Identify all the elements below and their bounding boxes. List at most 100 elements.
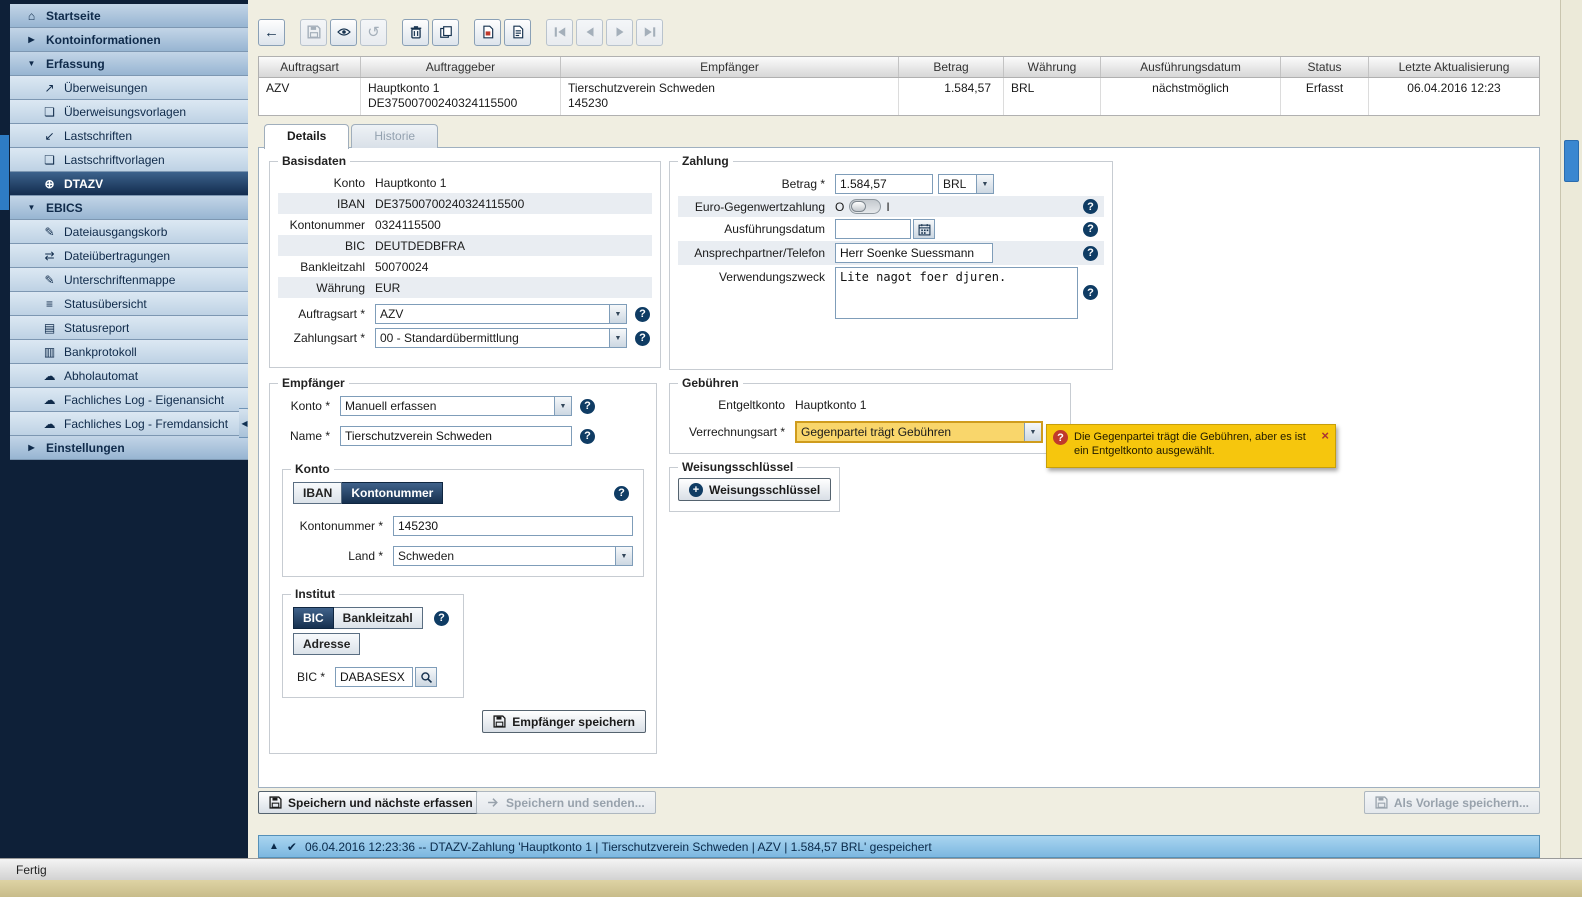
last-icon (644, 27, 655, 37)
sidebar-item-kontoinformationen[interactable]: ▶ Kontoinformationen (10, 28, 248, 52)
sidebar-item-ueberweisungen[interactable]: ↗ Überweisungen (10, 76, 248, 100)
empfaenger-legend: Empfänger (282, 376, 345, 390)
report-icon: ▤ (43, 320, 56, 335)
close-icon[interactable]: × (1321, 429, 1329, 462)
sidebar-item-statusreport[interactable]: ▤ Statusreport (10, 316, 248, 340)
column-header-auftraggeber[interactable]: Auftraggeber (361, 57, 561, 77)
chevron-down-icon: ▼ (27, 203, 36, 212)
speichern-und-naechste-erfassen-button[interactable]: Speichern und nächste erfassen (258, 791, 484, 814)
print-document-button[interactable] (504, 18, 531, 46)
back-button[interactable]: ← (258, 18, 285, 46)
sidebar-item-ueberweisungsvorlagen[interactable]: ❏ Überweisungsvorlagen (10, 100, 248, 124)
toggle-adresse[interactable]: Adresse (293, 633, 361, 655)
tab-details[interactable]: Details (264, 124, 350, 149)
currency-selected-value: BRL (943, 177, 967, 191)
sidebar-item-dateiausgangskorb[interactable]: ✎ Dateiausgangskorb (10, 220, 248, 244)
vertical-scrollbar[interactable] (1560, 0, 1582, 858)
betrag-input[interactable] (835, 174, 933, 194)
warning-icon: ? (1053, 430, 1068, 445)
weisungsschluessel-button[interactable]: + Weisungsschlüssel (678, 478, 832, 501)
main-content: ← ↺ Auftragsart Auftraggeber Empfänger B… (248, 0, 1560, 858)
euro-gegenwertzahlung-toggle[interactable] (849, 199, 882, 214)
help-icon[interactable]: ? (1083, 221, 1098, 237)
column-header-waehrung[interactable]: Währung (1004, 57, 1101, 77)
row-verwendungszweck: Verwendungszweck Lite nagot foer djuren.… (678, 265, 1104, 321)
empfaenger-name-input[interactable] (340, 426, 572, 446)
first-icon (554, 27, 565, 37)
empfaenger-konto-select[interactable]: Manuell erfassen ▼ (340, 396, 572, 416)
collapse-up-icon[interactable]: ▲ (269, 841, 279, 852)
copy-button[interactable] (432, 18, 459, 46)
sidebar-item-abholautomat[interactable]: ☁ Abholautomat (10, 364, 248, 388)
chevron-down-icon: ▼ (609, 305, 626, 323)
row-auftragsart: Auftragsart * AZV ▼ ? (278, 302, 652, 326)
toggle-kontonummer[interactable]: Kontonummer (342, 482, 444, 504)
zahlungsart-select[interactable]: 00 - Standardübermittlung ▼ (375, 328, 627, 348)
sidebar-item-fachliches-log-fremdansicht[interactable]: ☁ Fachliches Log - Fremdansicht (10, 412, 248, 436)
verwendungszweck-textarea[interactable]: Lite nagot foer djuren. (835, 267, 1078, 319)
sidebar-item-einstellungen[interactable]: ▶ Einstellungen (10, 436, 248, 460)
help-icon[interactable]: ? (635, 330, 650, 346)
cell-auftragsart: AZV (259, 78, 361, 115)
sidebar-item-lastschriftvorlagen[interactable]: ❏ Lastschriftvorlagen (10, 148, 248, 172)
help-icon[interactable]: ? (434, 610, 449, 626)
help-icon[interactable]: ? (580, 428, 595, 444)
sidebar-item-dateiuebertragungen[interactable]: ⇄ Dateiübertragungen (10, 244, 248, 268)
view-button[interactable] (330, 18, 357, 46)
institut-bic-input[interactable] (335, 667, 413, 687)
toggle-bankleitzahl[interactable]: Bankleitzahl (333, 607, 423, 629)
auftragsart-select[interactable]: AZV ▼ (375, 304, 627, 324)
delete-button[interactable] (402, 18, 429, 46)
column-header-empfaenger[interactable]: Empfänger (561, 57, 899, 77)
copy-icon (439, 26, 452, 38)
sidebar-item-dtazv[interactable]: ⊕ DTAZV (10, 172, 248, 196)
scrollbar-thumb[interactable] (1564, 140, 1579, 182)
currency-select[interactable]: BRL ▼ (938, 174, 994, 194)
chevron-down-icon: ▼ (615, 547, 632, 565)
column-header-status[interactable]: Status (1281, 57, 1369, 77)
help-icon[interactable]: ? (1083, 285, 1098, 300)
verrechnungsart-select[interactable]: Gegenpartei trägt Gebühren ▼ (795, 421, 1043, 443)
sidebar-item-bankprotokoll[interactable]: ▥ Bankprotokoll (10, 340, 248, 364)
empfaenger-kontonummer-input[interactable] (393, 516, 633, 536)
help-icon[interactable]: ? (1083, 199, 1098, 214)
empfaenger-konto: 145230 (568, 96, 609, 110)
sidebar-item-ebics[interactable]: ▼ EBICS (10, 196, 248, 220)
help-icon[interactable]: ? (614, 485, 629, 501)
empfaenger-speichern-button[interactable]: Empfänger speichern (482, 710, 646, 733)
row-betrag: Betrag * BRL ▼ (678, 172, 1104, 196)
help-icon[interactable]: ? (580, 398, 595, 414)
export-pdf-button[interactable] (474, 18, 501, 46)
sidebar-item-label: Unterschriftenmappe (64, 272, 176, 287)
sidebar-item-unterschriftenmappe[interactable]: ✎ Unterschriftenmappe (10, 268, 248, 292)
table-row[interactable]: AZV Hauptkonto 1 DE37500700240324115500 … (258, 78, 1540, 116)
row-land: Land * Schweden ▼ (291, 544, 635, 568)
toggle-bic[interactable]: BIC (293, 607, 334, 629)
column-header-letzte-aktualisierung[interactable]: Letzte Aktualisierung (1369, 57, 1539, 77)
sidebar-item-lastschriften[interactable]: ↙ Lastschriften (10, 124, 248, 148)
bic-search-button[interactable] (415, 667, 437, 687)
document-icon (512, 25, 523, 39)
sidebar-item-startseite[interactable]: ⌂ Startseite (10, 4, 248, 28)
ausfuehrungsdatum-input[interactable] (835, 219, 911, 239)
ansprechpartner-input[interactable] (835, 243, 993, 263)
help-icon[interactable]: ? (635, 306, 650, 322)
field-label: BIC * (296, 670, 325, 684)
calendar-button[interactable] (913, 219, 935, 239)
back-icon: ← (264, 23, 279, 41)
help-icon[interactable]: ? (1083, 245, 1098, 261)
save-icon (269, 796, 282, 809)
sidebar-item-label: Statusreport (64, 320, 130, 335)
sidebar-item-erfassung[interactable]: ▼ Erfassung (10, 52, 248, 76)
field-label: Ansprechpartner/Telefon (694, 246, 825, 260)
land-select[interactable]: Schweden ▼ (393, 546, 633, 566)
toggle-iban[interactable]: IBAN (293, 482, 343, 504)
sidebar-item-statusuebersicht[interactable]: ≡ Statusübersicht (10, 292, 248, 316)
sidebar-item-fachliches-log-eigenansicht[interactable]: ☁ Fachliches Log - Eigenansicht (10, 388, 248, 412)
weisungsschluessel-legend: Weisungsschlüssel (682, 460, 794, 474)
column-header-auftragsart[interactable]: Auftragsart (259, 57, 361, 77)
column-header-ausfuehrungsdatum[interactable]: Ausführungsdatum (1101, 57, 1281, 77)
previous-record-button (576, 18, 603, 46)
toolbar: ← ↺ (258, 18, 666, 46)
column-header-betrag[interactable]: Betrag (899, 57, 1004, 77)
